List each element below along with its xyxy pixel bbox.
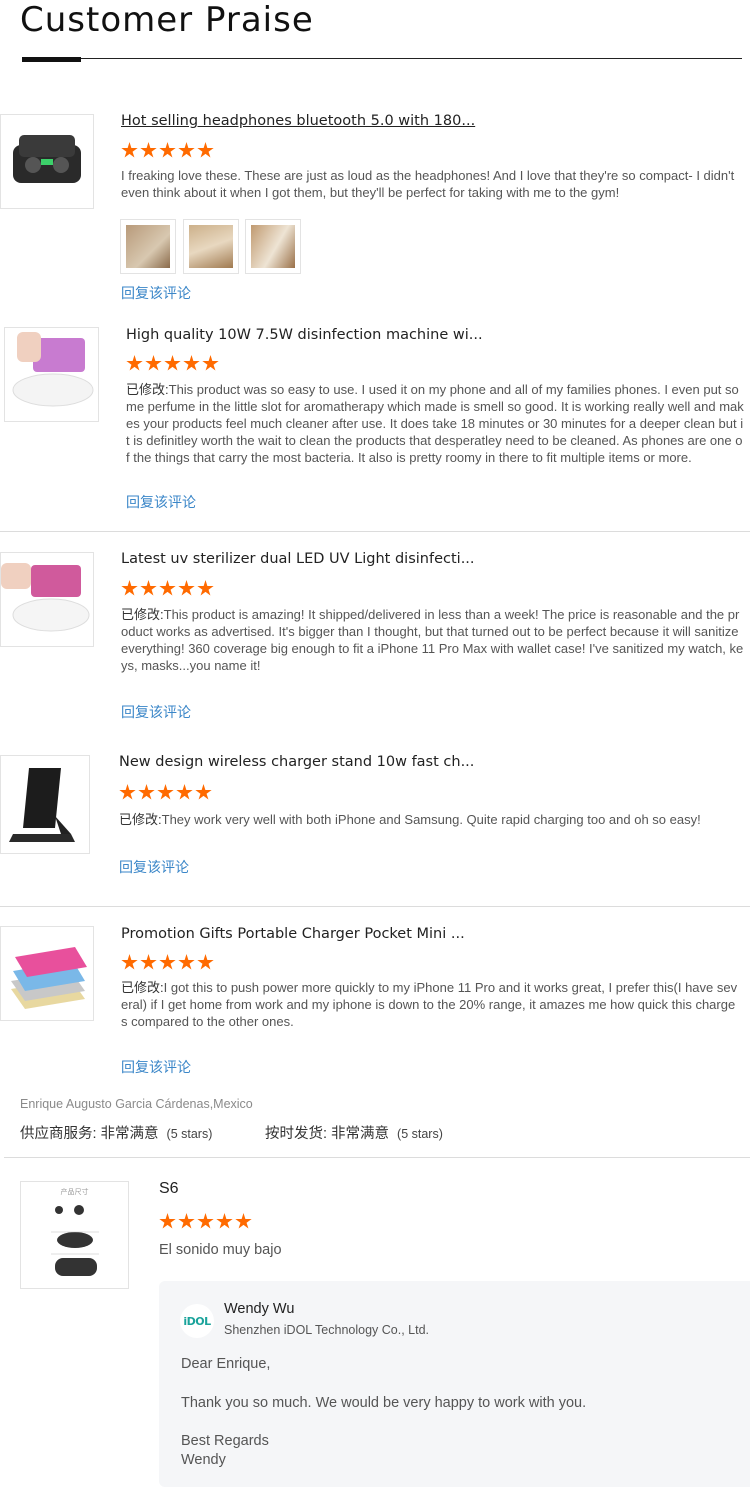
review-4-reply-link[interactable]: 回复该评论	[119, 857, 189, 877]
review-photo-2[interactable]	[183, 219, 239, 274]
product-thumbnail-power-bank[interactable]	[0, 926, 94, 1021]
review-3-modified-prefix: 已修改:	[121, 607, 164, 622]
star-icon	[159, 142, 176, 158]
review-5-reply-link[interactable]: 回复该评论	[121, 1057, 191, 1077]
title-divider	[22, 58, 742, 59]
reply-closing: Best Regards	[181, 1433, 269, 1449]
star-icon	[138, 784, 155, 800]
supplier-logo: iDOL	[180, 1304, 214, 1338]
star-icon	[178, 142, 195, 158]
star-icon	[140, 580, 157, 596]
review-3-reply-link[interactable]: 回复该评论	[121, 702, 191, 722]
review-2-text: 已修改:This product was so easy to use. I u…	[126, 381, 746, 466]
s6-thumb-caption: 产品尺寸	[60, 1189, 89, 1196]
s6-rating	[159, 1213, 252, 1230]
review-5-rating	[121, 954, 214, 971]
product-thumbnail-charger-stand[interactable]	[0, 755, 90, 854]
s6-product-title[interactable]: S6	[159, 1180, 179, 1198]
reply-author-name: Wendy Wu	[224, 1301, 295, 1317]
star-icon	[195, 784, 212, 800]
review-5-text: 已修改:I got this to push power more quickl…	[121, 979, 741, 1030]
star-icon	[119, 784, 136, 800]
star-icon	[145, 355, 162, 371]
review-4-text: 已修改:They work very well with both iPhone…	[119, 811, 744, 828]
section-divider	[4, 1157, 750, 1158]
review-4-rating	[119, 784, 212, 801]
star-icon	[178, 954, 195, 970]
title-accent-bar	[22, 57, 81, 62]
review-4-body: They work very well with both iPhone and…	[161, 812, 701, 827]
star-icon	[159, 954, 176, 970]
section-divider	[0, 906, 750, 907]
on-time-value: 非常满意	[331, 1126, 390, 1142]
s6-review-text: El sonido muy bajo	[159, 1242, 282, 1258]
on-time-label: 按时发货:	[265, 1126, 328, 1142]
star-icon	[159, 1213, 176, 1229]
star-icon	[178, 1213, 195, 1229]
review-1-text: I freaking love these. These are just as…	[121, 167, 736, 201]
review-5-body: I got this to push power more quickly to…	[121, 980, 738, 1029]
reply-greeting: Dear Enrique,	[181, 1356, 271, 1372]
review-1-body: I freaking love these. These are just as…	[121, 168, 735, 200]
star-icon	[121, 580, 138, 596]
review-2-body: This product was so easy to use. I used …	[126, 382, 744, 465]
star-icon	[159, 580, 176, 596]
star-icon	[140, 954, 157, 970]
star-icon	[176, 784, 193, 800]
supplier-service-rating: 供应商服务: 非常满意 (5 stars)	[20, 1122, 212, 1143]
supplier-service-stars: (5 stars)	[166, 1127, 213, 1141]
star-icon	[235, 1213, 252, 1229]
review-1-product-title[interactable]: Hot selling headphones bluetooth 5.0 wit…	[121, 113, 475, 129]
review-3-body: This product is amazing! It shipped/deli…	[121, 607, 744, 673]
star-icon	[197, 580, 214, 596]
star-icon	[197, 1213, 214, 1229]
review-5-product-title[interactable]: Promotion Gifts Portable Charger Pocket …	[121, 926, 465, 942]
review-5-modified-prefix: 已修改:	[121, 980, 164, 995]
review-3-rating	[121, 580, 214, 597]
on-time-stars: (5 stars)	[397, 1127, 443, 1141]
review-photo-1[interactable]	[120, 219, 176, 274]
review-2-product-title[interactable]: High quality 10W 7.5W disinfection machi…	[126, 327, 483, 343]
star-icon	[157, 784, 174, 800]
star-icon	[164, 355, 181, 371]
review-1-reply-link[interactable]: 回复该评论	[121, 283, 191, 303]
star-icon	[126, 355, 143, 371]
reviewer-name-location: Enrique Augusto Garcia Cárdenas,Mexico	[20, 1097, 253, 1111]
star-icon	[197, 954, 214, 970]
product-thumbnail-dual-led-sterilizer[interactable]	[0, 552, 94, 647]
star-icon	[140, 142, 157, 158]
review-3-text: 已修改:This product is amazing! It shipped/…	[121, 606, 746, 674]
supplier-service-value: 非常满意	[100, 1126, 159, 1142]
reply-author-company: Shenzhen iDOL Technology Co., Ltd.	[224, 1323, 429, 1337]
star-icon	[197, 142, 214, 158]
review-4-product-title[interactable]: New design wireless charger stand 10w fa…	[119, 754, 474, 770]
review-2-modified-prefix: 已修改:	[126, 382, 169, 397]
review-3-product-title[interactable]: Latest uv sterilizer dual LED UV Light d…	[121, 551, 475, 567]
supplier-service-label: 供应商服务:	[20, 1126, 97, 1142]
review-photo-3[interactable]	[245, 219, 301, 274]
reply-signature: Wendy	[181, 1452, 226, 1468]
review-4-modified-prefix: 已修改:	[119, 812, 162, 827]
on-time-delivery-rating: 按时发货: 非常满意 (5 stars)	[265, 1122, 443, 1143]
star-icon	[202, 355, 219, 371]
star-icon	[121, 142, 138, 158]
reply-body: Thank you so much. We would be very happ…	[181, 1395, 587, 1411]
star-icon	[216, 1213, 233, 1229]
product-thumbnail-uv-sterilizer[interactable]	[4, 327, 99, 422]
star-icon	[183, 355, 200, 371]
review-2-reply-link[interactable]: 回复该评论	[126, 492, 196, 512]
review-1-rating	[121, 142, 214, 159]
page-title: Customer Praise	[20, 0, 314, 40]
section-divider	[0, 531, 750, 532]
star-icon	[178, 580, 195, 596]
product-thumbnail-earbuds[interactable]	[0, 114, 94, 209]
star-icon	[121, 954, 138, 970]
review-2-rating	[126, 355, 219, 372]
product-thumbnail-s6[interactable]: 产品尺寸	[20, 1181, 129, 1289]
